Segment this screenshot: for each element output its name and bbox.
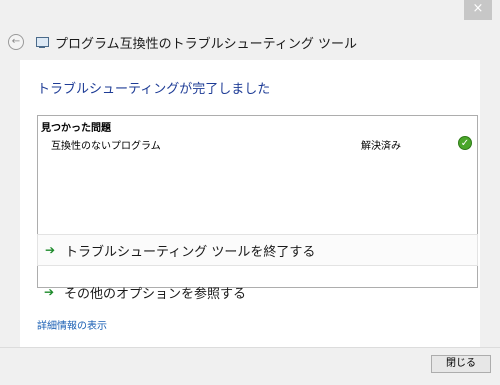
window-close-button[interactable]: × bbox=[464, 0, 492, 20]
page-heading: トラブルシューティングが完了しました bbox=[37, 82, 271, 97]
close-button[interactable]: 閉じる bbox=[431, 355, 491, 373]
action-label: その他のオプションを参照する bbox=[64, 286, 247, 302]
content-panel: トラブルシューティングが完了しました 見つかった問題 互換性のないプログラム 解… bbox=[20, 60, 480, 347]
close-icon: × bbox=[472, 1, 484, 16]
footer: 閉じる bbox=[0, 347, 500, 385]
troubleshooter-app-icon bbox=[36, 36, 49, 48]
back-button[interactable]: ← bbox=[8, 34, 24, 50]
window-title: プログラム互換性のトラブルシューティング ツール bbox=[55, 36, 357, 52]
issues-header: 見つかった問題 bbox=[41, 123, 111, 134]
issue-name: 互換性のないプログラム bbox=[51, 141, 161, 152]
issue-row[interactable]: 互換性のないプログラム 解決済み ✓ bbox=[38, 136, 477, 153]
close-troubleshooter-action[interactable]: ➔ トラブルシューティング ツールを終了する bbox=[37, 234, 478, 266]
header: ← プログラム互換性のトラブルシューティング ツール bbox=[8, 30, 357, 54]
action-label: トラブルシューティング ツールを終了する bbox=[65, 244, 316, 260]
troubleshooter-window: × ← プログラム互換性のトラブルシューティング ツール トラブルシューティング… bbox=[0, 0, 500, 385]
footer-divider bbox=[0, 347, 500, 348]
green-arrow-icon: ➔ bbox=[45, 243, 56, 257]
back-arrow-icon: ← bbox=[11, 36, 21, 47]
details-link[interactable]: 詳細情報の表示 bbox=[37, 317, 107, 332]
green-arrow-icon: ➔ bbox=[44, 285, 55, 299]
other-options-action[interactable]: ➔ その他のオプションを参照する bbox=[37, 276, 478, 308]
issue-status: 解決済み bbox=[361, 141, 401, 152]
check-icon: ✓ bbox=[458, 136, 472, 150]
